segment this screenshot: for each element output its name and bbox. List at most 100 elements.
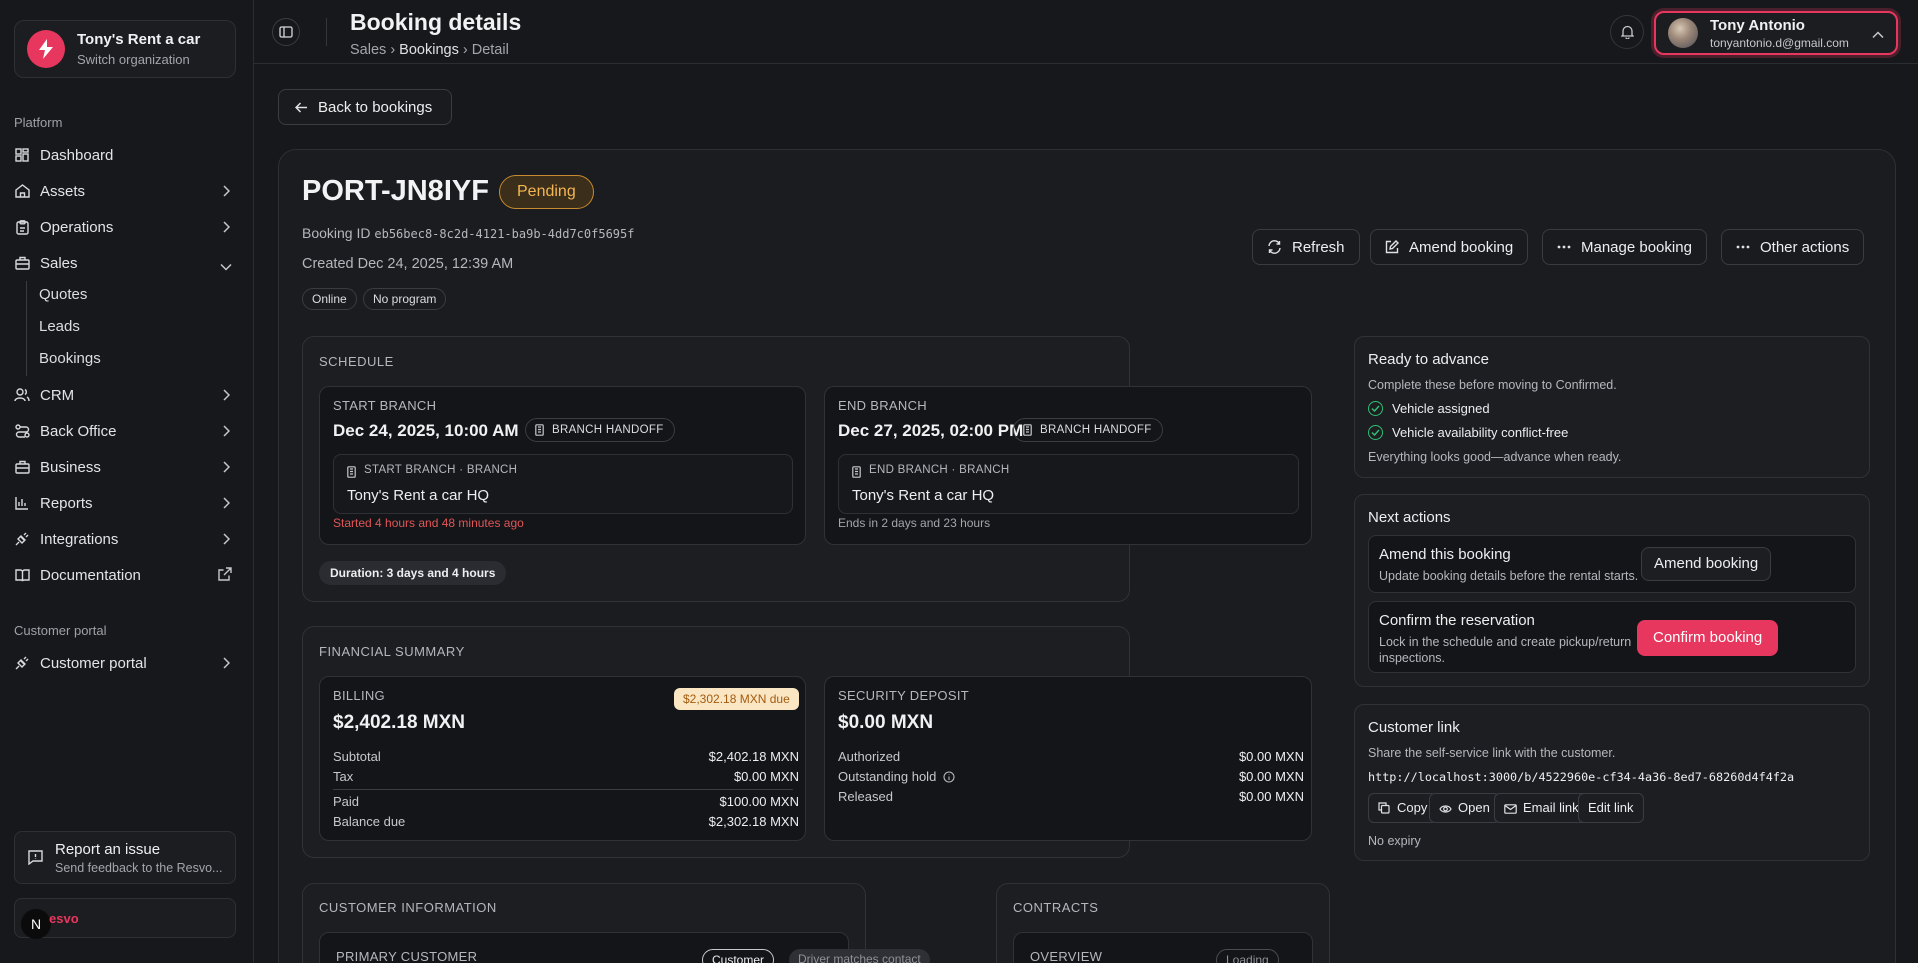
- end-note: Ends in 2 days and 23 hours: [838, 516, 990, 530]
- start-handoff-badge: BRANCH HANDOFF: [525, 418, 675, 442]
- end-date: Dec 27, 2025, 02:00 PM: [838, 421, 1023, 441]
- back-to-bookings-button[interactable]: Back to bookings: [278, 89, 452, 125]
- amend-action-subtitle: Update booking details before the rental…: [1379, 568, 1638, 584]
- sidebar-item-dashboard[interactable]: Dashboard: [14, 141, 236, 169]
- sidebar-item-operations[interactable]: Operations: [14, 213, 236, 241]
- amend-action-card: Amend this booking Update booking detail…: [1368, 535, 1856, 593]
- customer-pill: Customer: [702, 949, 774, 963]
- notifications-button[interactable]: [1610, 15, 1644, 49]
- confirm-booking-button[interactable]: Confirm booking: [1637, 620, 1778, 656]
- customer-link-url: http://localhost:3000/b/4522960e-cf34-4a…: [1368, 770, 1794, 784]
- subnav-line: [26, 281, 27, 376]
- info-icon[interactable]: [943, 771, 955, 783]
- ready-footer: Everything looks good—advance when ready…: [1368, 450, 1621, 464]
- user-email: tonyantonio.d@gmail.com: [1710, 36, 1849, 50]
- start-date: Dec 24, 2025, 10:00 AM: [333, 421, 519, 441]
- manage-booking-label: Manage booking: [1581, 239, 1692, 256]
- header-divider: [326, 18, 327, 46]
- booking-id-label: Booking ID: [302, 225, 370, 241]
- ready-subtitle: Complete these before moving to Confirme…: [1368, 378, 1617, 392]
- amend-booking-button[interactable]: Amend booking: [1370, 229, 1528, 265]
- start-handoff-label: BRANCH HANDOFF: [552, 424, 664, 436]
- duration-badge: Duration: 3 days and 4 hours: [319, 561, 506, 585]
- sidebar-item-label: Operations: [40, 219, 113, 236]
- outstanding-hold-label: Outstanding hold: [838, 769, 955, 784]
- sidebar-item-assets[interactable]: Assets: [14, 177, 236, 205]
- sidebar-item-reports[interactable]: Reports: [14, 489, 236, 517]
- other-actions-button[interactable]: Other actions: [1721, 229, 1864, 265]
- schedule-title: SCHEDULE: [319, 354, 394, 369]
- status-badge: Pending: [499, 175, 594, 209]
- customer-link-subtitle: Share the self-service link with the cus…: [1368, 746, 1615, 760]
- chevron-right-icon: [222, 184, 230, 201]
- breadcrumb-sales[interactable]: Sales: [350, 42, 386, 58]
- refresh-button[interactable]: Refresh: [1252, 229, 1360, 265]
- plug-icon: [14, 531, 30, 547]
- released-label: Released: [838, 789, 893, 804]
- edit-link-button[interactable]: Edit link: [1578, 793, 1644, 823]
- sidebar-item-back-office[interactable]: Back Office: [14, 417, 236, 445]
- sidebar-toggle-button[interactable]: [272, 18, 300, 46]
- user-menu[interactable]: Tony Antonio tonyantonio.d@gmail.com: [1654, 11, 1898, 55]
- more-horizontal-icon: [1557, 245, 1571, 249]
- sidebar-item-bookings[interactable]: Bookings: [39, 350, 101, 367]
- chevron-right-icon: [222, 460, 230, 477]
- sidebar-item-customer-portal[interactable]: Customer portal: [14, 649, 236, 677]
- balance-due-label: Balance due: [333, 814, 405, 829]
- start-branch-name: Tony's Rent a car HQ: [347, 487, 489, 504]
- sidebar-item-label: Integrations: [40, 531, 118, 548]
- bar-chart-icon: [14, 495, 30, 511]
- amend-action-title: Amend this booking: [1379, 546, 1511, 563]
- sidebar-item-integrations[interactable]: Integrations: [14, 525, 236, 553]
- bell-icon: [1621, 25, 1634, 39]
- deposit-label: SECURITY DEPOSIT: [838, 688, 969, 703]
- report-issue-button[interactable]: Report an issue Send feedback to the Res…: [14, 831, 236, 884]
- building-icon: [14, 459, 30, 475]
- route-icon: [14, 423, 30, 439]
- booking-code: PORT-JN8IYF: [302, 175, 489, 208]
- grid-icon: [14, 147, 30, 163]
- breadcrumb-separator: ›: [390, 42, 399, 58]
- chevron-right-icon: [222, 532, 230, 549]
- sidebar-item-quotes[interactable]: Quotes: [39, 286, 87, 303]
- sidebar-item-leads[interactable]: Leads: [39, 318, 80, 335]
- sidebar-item-crm[interactable]: CRM: [14, 381, 236, 409]
- mail-icon: [1504, 804, 1517, 814]
- outstanding-hold-text: Outstanding hold: [838, 769, 936, 784]
- confirm-action-subtitle-1: Lock in the schedule and create pickup/r…: [1379, 634, 1631, 650]
- check-circle-icon: [1368, 425, 1383, 440]
- sidebar-item-label: Documentation: [40, 567, 141, 584]
- other-actions-label: Other actions: [1760, 239, 1849, 256]
- driver-match-pill: Driver matches contact: [789, 949, 930, 963]
- sidebar-item-label: Dashboard: [40, 147, 113, 164]
- arrow-left-icon: [295, 102, 308, 113]
- start-note: Started 4 hours and 48 minutes ago: [333, 516, 524, 530]
- chevron-down-icon: [220, 258, 232, 275]
- eye-icon: [1439, 804, 1452, 814]
- contracts-title: CONTRACTS: [1013, 900, 1098, 915]
- email-link-button[interactable]: Email link: [1494, 793, 1589, 823]
- end-branch-inner-label: END BRANCH · BRANCH: [869, 464, 1010, 476]
- breadcrumb-bookings[interactable]: Bookings: [399, 42, 459, 58]
- org-switcher[interactable]: Tony's Rent a car Switch organization: [14, 20, 236, 78]
- sidebar-toggle-icon: [279, 26, 293, 38]
- amend-booking-label: Amend booking: [1409, 239, 1513, 256]
- channel-chip: Online: [302, 288, 357, 310]
- copy-link-button[interactable]: Copy: [1368, 793, 1437, 823]
- org-switch-label: Switch organization: [77, 52, 200, 67]
- sidebar-item-sales[interactable]: Sales: [14, 249, 236, 277]
- plug-icon: [14, 655, 30, 671]
- building-icon: [852, 465, 861, 483]
- clipboard-icon: [14, 219, 30, 235]
- manage-booking-button[interactable]: Manage booking: [1542, 229, 1707, 265]
- amend-booking-action-button[interactable]: Amend booking: [1641, 547, 1771, 581]
- contracts-overview-label: OVERVIEW: [1030, 949, 1102, 963]
- balance-due-value: $2,302.18 MXN: [709, 814, 799, 829]
- confirm-action-card: Confirm the reservation Lock in the sche…: [1368, 601, 1856, 673]
- sidebar-item-documentation[interactable]: Documentation: [14, 561, 236, 589]
- sidebar-item-business[interactable]: Business: [14, 453, 236, 481]
- open-link-button[interactable]: Open: [1429, 793, 1500, 823]
- breadcrumb-separator: ›: [463, 42, 472, 58]
- billing-label: BILLING: [333, 688, 385, 703]
- brand-logo-icon: N: [21, 909, 51, 939]
